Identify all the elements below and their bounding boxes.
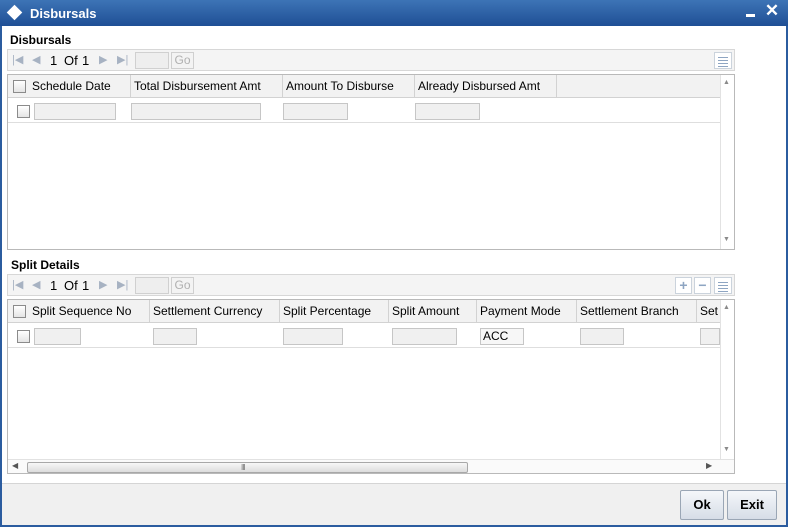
disbursals-grid: Schedule Date Total Disbursement Amt Amo…	[7, 74, 735, 250]
list-view-icon[interactable]	[714, 52, 732, 69]
scroll-down-icon[interactable]: ▼	[723, 236, 730, 243]
first-page-icon[interactable]: |◀	[12, 53, 23, 67]
next-page-icon[interactable]: ▶	[99, 278, 107, 292]
last-page-icon[interactable]: ▶|	[117, 53, 128, 67]
total-disbursement-amt-input[interactable]	[131, 103, 261, 120]
split-page-input[interactable]	[135, 277, 169, 294]
ok-button[interactable]: Ok	[680, 490, 724, 520]
disbursals-page-current: 1	[50, 53, 58, 68]
col-already-disbursed-amt[interactable]: Already Disbursed Amt	[415, 75, 557, 98]
split-vertical-scrollbar[interactable]: ▲ ▼	[720, 300, 734, 459]
col-settlement-branch[interactable]: Settlement Branch	[577, 300, 697, 323]
disbursals-page-total: 1	[82, 53, 90, 68]
split-details-grid: Split Sequence No Settlement Currency Sp…	[7, 299, 735, 474]
settlement-branch-input[interactable]	[580, 328, 624, 345]
col-settlement-currency[interactable]: Settlement Currency	[150, 300, 280, 323]
window-title: Disbursals	[30, 6, 97, 21]
disbursals-page-of: Of	[64, 53, 78, 68]
disbursals-page-input[interactable]	[135, 52, 169, 69]
col-split-sequence-no[interactable]: Split Sequence No	[29, 300, 150, 323]
schedule-date-input[interactable]	[34, 103, 116, 120]
split-page-current: 1	[50, 278, 58, 293]
col-settlement-account[interactable]: Set	[697, 300, 720, 323]
window-icon	[6, 4, 23, 21]
row-checkbox[interactable]	[17, 105, 30, 118]
col-amount-to-disburse[interactable]: Amount To Disburse	[283, 75, 415, 98]
settlement-currency-input[interactable]	[153, 328, 197, 345]
scroll-left-icon[interactable]: ◀	[12, 461, 18, 470]
payment-mode-input[interactable]: ACC	[480, 328, 524, 345]
split-percentage-input[interactable]	[283, 328, 343, 345]
close-icon[interactable]: ✕	[763, 2, 781, 22]
scroll-up-icon[interactable]: ▲	[723, 304, 730, 311]
split-details-section-title: Split Details	[11, 258, 80, 272]
split-details-toolbar: |◀ ◀ 1 Of 1 ▶ ▶| Go + −	[7, 274, 735, 296]
col-split-amount[interactable]: Split Amount	[389, 300, 477, 323]
split-amount-input[interactable]	[392, 328, 457, 345]
select-all-checkbox[interactable]	[13, 305, 26, 318]
col-schedule-date[interactable]: Schedule Date	[29, 75, 131, 98]
dialog-footer: Ok Exit	[2, 483, 786, 525]
split-horizontal-scrollbar[interactable]: ◀ III ▶	[8, 459, 734, 473]
scroll-down-icon[interactable]: ▼	[723, 446, 730, 453]
disbursals-go-button[interactable]: Go	[171, 52, 194, 69]
table-row: ACC	[8, 324, 720, 348]
list-view-icon[interactable]	[714, 277, 732, 294]
delete-row-icon[interactable]: −	[694, 277, 711, 294]
table-row	[8, 99, 720, 123]
add-row-icon[interactable]: +	[675, 277, 692, 294]
disbursals-vertical-scrollbar[interactable]: ▲ ▼	[720, 75, 734, 249]
split-grid-header: Split Sequence No Settlement Currency Sp…	[8, 300, 720, 323]
last-page-icon[interactable]: ▶|	[117, 278, 128, 292]
prev-page-icon[interactable]: ◀	[32, 278, 40, 292]
split-page-of: Of	[64, 278, 78, 293]
split-go-button[interactable]: Go	[171, 277, 194, 294]
col-split-percentage[interactable]: Split Percentage	[280, 300, 389, 323]
scroll-right-icon[interactable]: ▶	[706, 461, 712, 470]
minimize-icon[interactable]	[745, 3, 757, 21]
split-sequence-no-input[interactable]	[34, 328, 81, 345]
prev-page-icon[interactable]: ◀	[32, 53, 40, 67]
amount-to-disburse-input[interactable]	[283, 103, 348, 120]
col-total-disbursement-amt[interactable]: Total Disbursement Amt	[131, 75, 283, 98]
split-page-total: 1	[82, 278, 90, 293]
disbursals-toolbar: |◀ ◀ 1 Of 1 ▶ ▶| Go	[7, 49, 735, 71]
window-titlebar: Disbursals ✕	[0, 0, 788, 26]
col-payment-mode[interactable]: Payment Mode	[477, 300, 577, 323]
already-disbursed-amt-input[interactable]	[415, 103, 480, 120]
select-all-checkbox[interactable]	[13, 80, 26, 93]
exit-button[interactable]: Exit	[727, 490, 777, 520]
horizontal-scroll-thumb[interactable]: III	[27, 462, 468, 473]
disbursals-section-title: Disbursals	[10, 33, 72, 47]
next-page-icon[interactable]: ▶	[99, 53, 107, 67]
row-checkbox[interactable]	[17, 330, 30, 343]
first-page-icon[interactable]: |◀	[12, 278, 23, 292]
settlement-account-input[interactable]	[700, 328, 720, 345]
disbursals-grid-header: Schedule Date Total Disbursement Amt Amo…	[8, 75, 720, 98]
scroll-up-icon[interactable]: ▲	[723, 79, 730, 86]
